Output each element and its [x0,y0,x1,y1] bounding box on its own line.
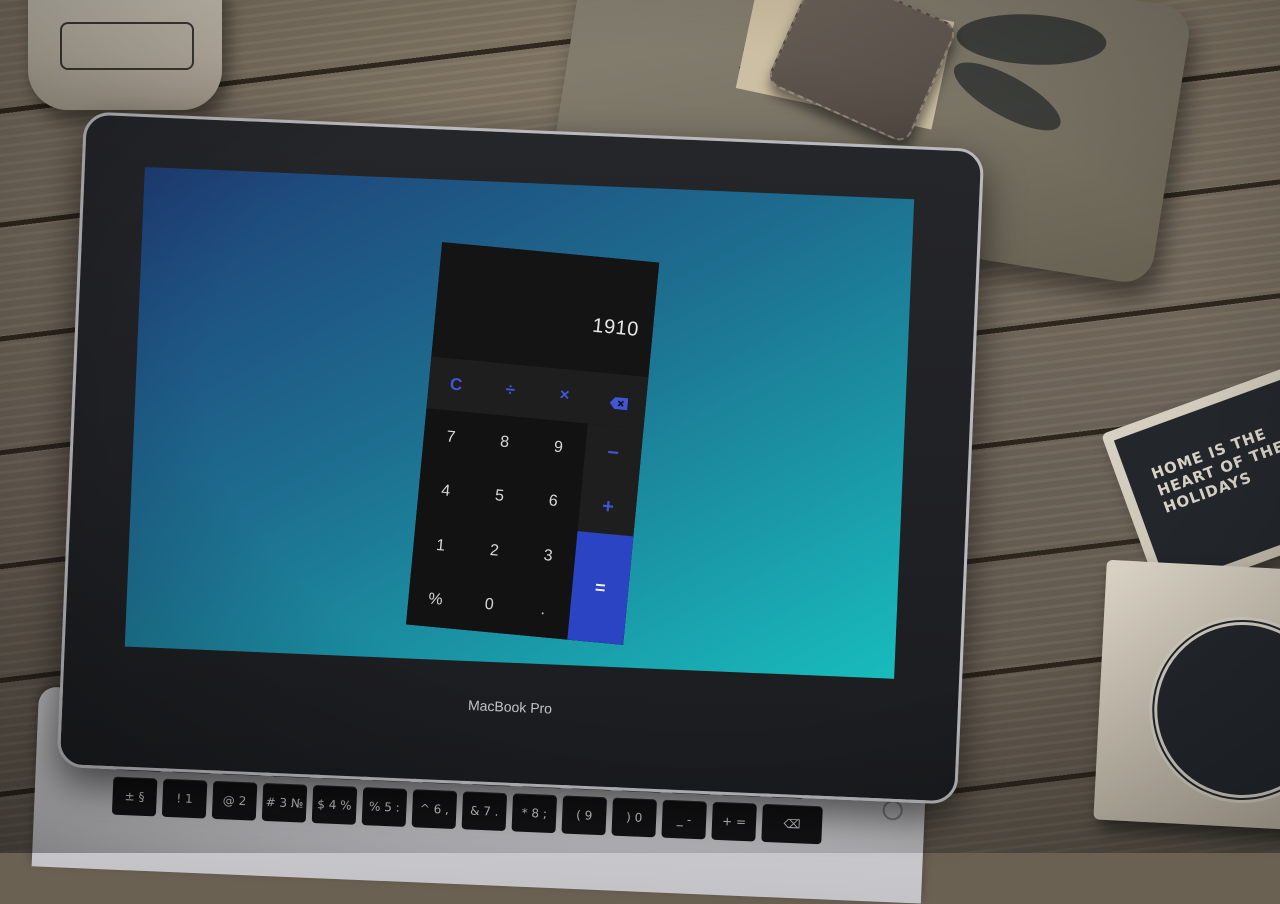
backspace-button[interactable] [589,372,648,429]
multiply-button[interactable]: × [535,367,594,424]
calculator-window: 1910 C ÷ × 7 8 9 4 5 6 1 2 3 % 0 . − + = [406,242,660,645]
laptop-brand-label: MacBook Pro [467,697,553,717]
desktop-screen: 1910 C ÷ × 7 8 9 4 5 6 1 2 3 % 0 . − + = [124,167,915,679]
keyboard-key[interactable]: ⌫ [761,803,823,845]
keyboard-key[interactable]: % 5 : [361,787,408,827]
keyboard-key[interactable]: ^ 6 , [411,789,458,830]
digit-5-button[interactable]: 5 [470,467,529,526]
number-keypad: 7 8 9 4 5 6 1 2 3 % 0 . [406,408,588,640]
keyboard-key[interactable]: $ 4 % [311,785,358,825]
laptop-lid: 1910 C ÷ × 7 8 9 4 5 6 1 2 3 % 0 . − + =… [56,111,985,805]
digit-7-button[interactable]: 7 [421,408,480,467]
digit-2-button[interactable]: 2 [465,521,524,580]
dragonfly-wing [955,10,1108,69]
keyboard-key[interactable]: & 7 . [461,791,508,832]
tile-text: HOME IS THE HEART OF THE HOLIDAYS [1148,424,1280,517]
digit-1-button[interactable]: 1 [411,516,470,575]
percent-button[interactable]: % [406,570,465,629]
display-value: 1910 [591,314,640,341]
divide-button[interactable]: ÷ [481,362,540,419]
keyboard-key[interactable]: ! 1 [161,778,208,819]
minus-button[interactable]: − [583,424,644,483]
decimal-button[interactable]: . [514,581,573,640]
equals-button[interactable]: = [567,531,634,645]
calculator-display: 1910 [431,242,660,378]
keyboard-key[interactable]: ( 9 [561,795,608,836]
keyboard-key[interactable]: + = [711,801,757,842]
keyboard-key[interactable]: @ 2 [211,780,258,821]
digit-0-button[interactable]: 0 [460,575,519,634]
keyboard-key[interactable]: ) 0 [611,797,657,838]
keyboard-key[interactable]: ± § [111,776,158,817]
digit-4-button[interactable]: 4 [416,462,475,521]
keyboard-key[interactable]: _ - [661,799,707,840]
backspace-icon [609,394,629,411]
digit-8-button[interactable]: 8 [475,413,534,472]
jar-label [60,22,194,70]
tin-jar [28,0,222,110]
keyboard-key[interactable]: * 8 ; [511,793,558,834]
digit-9-button[interactable]: 9 [529,419,588,478]
clear-button[interactable]: C [426,357,485,414]
power-icon[interactable] [882,799,904,821]
keyboard-key[interactable]: # 3 № [261,782,308,823]
plus-button[interactable]: + [578,477,639,536]
tile-print [1144,612,1280,808]
digit-3-button[interactable]: 3 [519,527,578,586]
coaster-tile [1093,559,1280,831]
digit-6-button[interactable]: 6 [524,473,583,532]
